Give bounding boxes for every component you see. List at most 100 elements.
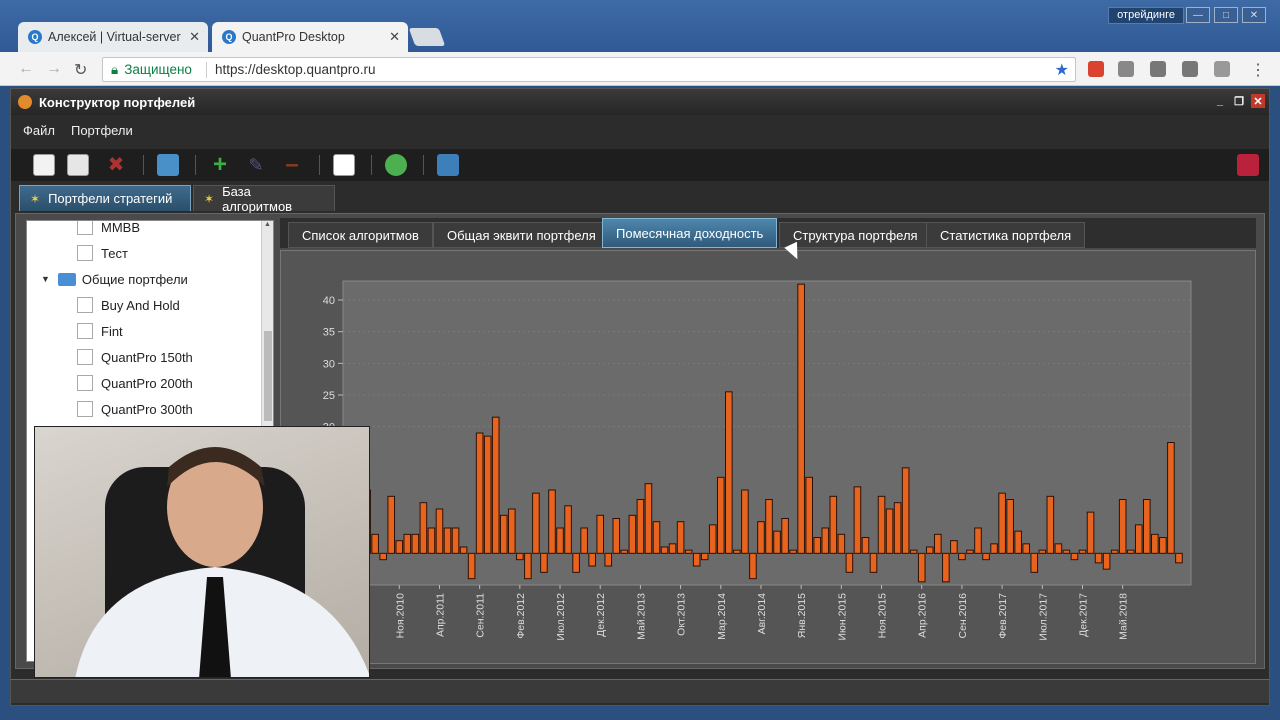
expand-triangle-icon[interactable]: ▼ <box>41 274 50 284</box>
y-tick-labels: 2025303540 <box>323 295 335 434</box>
x-tick-label: Фев.2012 <box>515 593 527 639</box>
bar <box>548 489 556 554</box>
y-tick-label: 30 <box>323 358 335 370</box>
checkbox[interactable] <box>77 401 93 417</box>
tab-portfolio-statistics[interactable]: Статистика портфеля <box>926 222 1086 248</box>
url-text[interactable]: https://desktop.quantpro.ru <box>215 62 376 77</box>
checkbox[interactable] <box>77 349 93 365</box>
scroll-up-icon[interactable]: ▲ <box>262 221 273 228</box>
bar <box>1126 549 1135 554</box>
tab-algorithm-base[interactable]: ✶ База алгоритмов <box>193 184 335 214</box>
pencil-icon[interactable]: ✎ <box>245 154 267 176</box>
checkbox[interactable] <box>77 245 93 261</box>
tree-item[interactable]: Buy And Hold <box>77 293 180 317</box>
tab-strategy-portfolios[interactable]: ✶ Портфели стратегий <box>19 185 191 211</box>
bar <box>499 514 508 554</box>
bookmark-star-icon[interactable]: ★ <box>1055 60 1069 80</box>
bar <box>733 549 741 554</box>
bar <box>925 546 934 554</box>
extension-off-icon[interactable] <box>1214 61 1230 77</box>
bar <box>459 546 468 554</box>
tree-item-label: Buy And Hold <box>101 297 180 313</box>
add-icon[interactable]: + <box>209 153 231 177</box>
new-tab-button[interactable] <box>408 28 446 46</box>
tab-monthly-returns[interactable]: Помесячная доходность <box>602 218 778 248</box>
app-restore-icon[interactable]: ❐ <box>1232 94 1246 108</box>
bar <box>1142 499 1151 554</box>
browser-tab-quantpro[interactable]: Q QuantPro Desktop ✕ <box>212 22 408 52</box>
tree-item[interactable]: MMBB <box>77 221 140 239</box>
tree-item[interactable]: QuantPro 200th <box>77 371 193 395</box>
export-chart-icon[interactable] <box>437 154 459 176</box>
bar <box>411 533 420 554</box>
exit-icon[interactable] <box>1237 154 1259 176</box>
edit-document-icon[interactable] <box>67 154 89 176</box>
back-arrow-icon[interactable]: ← <box>18 60 34 78</box>
bar <box>958 552 966 561</box>
address-bar[interactable]: 🔒︎ Защищено https://desktop.quantpro.ru … <box>102 57 1076 82</box>
menu-file[interactable]: Файл <box>23 123 55 147</box>
close-tab-icon[interactable]: ✕ <box>389 29 400 45</box>
bar <box>1046 495 1055 554</box>
tree-folder[interactable]: ▼ Общие портфели <box>41 267 188 291</box>
app-minimize-icon[interactable]: _ <box>1213 94 1227 108</box>
status-bar <box>11 679 1269 703</box>
bar <box>483 435 492 554</box>
app-close-icon[interactable]: ✕ <box>1251 94 1265 108</box>
extension-icon[interactable] <box>1182 61 1198 77</box>
secure-label: Защищено <box>124 62 192 77</box>
browser-tabstrip: Q Алексей | Virtual-server ✕ Q QuantPro … <box>0 0 1280 52</box>
download-icon[interactable] <box>1118 61 1134 77</box>
folder-add-icon[interactable] <box>157 154 179 176</box>
tab-portfolio-equity[interactable]: Общая эквити портфеля <box>433 222 610 248</box>
bar <box>1159 537 1167 554</box>
extension-icon[interactable] <box>1088 61 1104 77</box>
close-window-icon[interactable]: ✕ <box>1242 7 1266 23</box>
scrollbar-thumb[interactable] <box>264 331 272 421</box>
bar <box>821 527 830 554</box>
bar <box>596 514 605 554</box>
bar <box>716 476 725 554</box>
bar <box>467 552 476 580</box>
checkbox[interactable] <box>77 221 93 235</box>
star-icon: ✶ <box>30 191 41 206</box>
pocket-icon[interactable] <box>1150 61 1166 77</box>
tab-portfolio-structure[interactable]: Структура портфеля <box>779 222 932 248</box>
bar <box>403 533 412 554</box>
bar <box>572 552 580 573</box>
maximize-icon[interactable]: □ <box>1214 7 1238 23</box>
menu-portfolios[interactable]: Портфели <box>71 123 133 147</box>
tree-item[interactable]: Fint <box>77 319 123 343</box>
tree-item[interactable]: QuantPro 150th <box>77 345 193 369</box>
toolbar-divider <box>195 155 196 175</box>
new-document-icon[interactable] <box>33 154 55 176</box>
close-tab-icon[interactable]: ✕ <box>189 29 200 45</box>
bar <box>893 502 902 554</box>
x-tick-label: Май.2013 <box>635 593 647 640</box>
address-divider <box>205 61 207 78</box>
profile-badge[interactable]: отрейдинге <box>1108 7 1184 24</box>
forward-arrow-icon[interactable]: → <box>46 60 62 78</box>
tree-item[interactable]: Тест <box>77 241 128 265</box>
bar <box>612 518 621 554</box>
bar <box>644 483 653 554</box>
refresh-icon[interactable] <box>385 154 407 176</box>
checkbox[interactable] <box>77 297 93 313</box>
remove-icon[interactable]: – <box>281 153 303 177</box>
checkbox[interactable] <box>77 375 93 391</box>
delete-icon[interactable]: ✖ <box>105 154 127 176</box>
tab-algorithm-list[interactable]: Список алгоритмов <box>288 222 433 248</box>
x-tick-label: Июл.2017 <box>1037 593 1049 641</box>
bar <box>741 489 749 554</box>
menu-dots-icon[interactable]: ⋮ <box>1250 60 1266 80</box>
checkbox[interactable] <box>77 323 93 339</box>
minimize-icon[interactable]: — <box>1186 7 1210 23</box>
bar <box>1030 552 1039 573</box>
chart-icon[interactable] <box>333 154 355 176</box>
reload-icon[interactable]: ↻ <box>74 60 87 80</box>
browser-tab-virtual-server[interactable]: Q Алексей | Virtual-server ✕ <box>18 22 208 52</box>
x-tick-label: Ноя.2010 <box>394 593 406 639</box>
tree-item[interactable]: QuantPro 300th <box>77 397 193 421</box>
bar <box>1134 524 1143 554</box>
x-tick-label: Июн.2015 <box>836 593 848 641</box>
